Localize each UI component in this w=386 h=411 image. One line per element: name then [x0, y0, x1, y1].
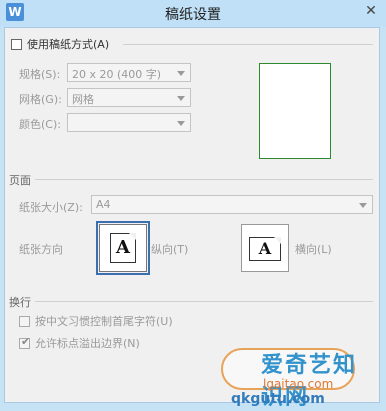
landscape-page-icon: A [249, 237, 281, 261]
page-fold [129, 233, 136, 240]
grid-label: 网格(G): [19, 93, 62, 106]
watermark-url-2: qkgutu.com [231, 391, 325, 407]
landscape-glyph-letter: A [258, 239, 272, 258]
manuscript-preview [259, 63, 331, 159]
color-select[interactable] [67, 113, 191, 132]
spec-label: 规格(S): [19, 68, 61, 81]
grid-select[interactable]: 网格 [67, 88, 191, 107]
page-section-title: 页面 [9, 172, 35, 188]
page-fold [274, 237, 281, 244]
orientation-label: 纸张方向 [19, 243, 63, 256]
checkmark-icon: ✔ [21, 335, 31, 348]
section-divider [9, 179, 373, 180]
portrait-label: 纵向(T) [151, 243, 189, 256]
use-manuscript-label: 使用稿纸方式(A) [27, 38, 110, 51]
spec-select[interactable]: 20 x 20 (400 字) [67, 63, 191, 82]
close-icon: ✕ [365, 3, 377, 19]
section-divider [123, 44, 373, 45]
close-button[interactable]: ✕ [362, 2, 380, 20]
color-label: 颜色(C): [19, 118, 61, 131]
title-bar: W 稿纸设置 ✕ [0, 0, 386, 27]
paper-size-value: A4 [96, 198, 111, 211]
watermark-logo: 爱奇艺知识网 lgaitao.com qkgutu.com [209, 333, 359, 410]
dialog-title: 稿纸设置 [165, 7, 221, 23]
line-break-section-title: 换行 [9, 294, 35, 310]
dialog-body: 使用稿纸方式(A) 规格(S): 20 x 20 (400 字) 网格(G): … [4, 27, 380, 410]
section-divider [9, 301, 373, 302]
portrait-option[interactable]: A [96, 221, 150, 275]
spec-value: 20 x 20 (400 字) [72, 68, 162, 81]
landscape-label: 横向(L) [295, 243, 332, 256]
chevron-down-icon [177, 96, 185, 101]
portrait-page-icon: A [110, 233, 136, 263]
punct-overflow-checkbox[interactable]: ✔ [19, 335, 31, 349]
cjk-control-label: 按中文习惯控制首尾字符(U) [35, 315, 173, 328]
punct-overflow-label: 允许标点溢出边界(N) [35, 337, 140, 350]
chevron-down-icon [177, 71, 185, 76]
paper-size-label: 纸张大小(Z): [19, 201, 83, 214]
chevron-down-icon [359, 203, 367, 208]
use-manuscript-checkbox[interactable] [11, 39, 22, 50]
portrait-glyph-letter: A [116, 237, 130, 258]
landscape-option[interactable]: A [241, 224, 289, 272]
grid-value: 网格 [72, 93, 94, 106]
watermark-url: lgaitao.com [263, 377, 334, 391]
chevron-down-icon [177, 121, 185, 126]
paper-size-select[interactable]: A4 [91, 195, 373, 214]
cjk-control-checkbox[interactable] [19, 316, 30, 327]
